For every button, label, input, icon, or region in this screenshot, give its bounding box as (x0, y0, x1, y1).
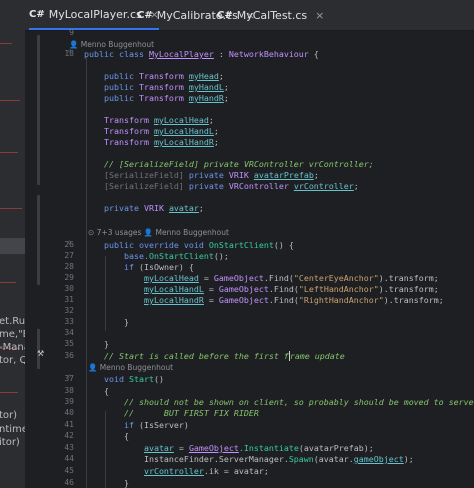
code-line: { (103, 386, 109, 396)
panel-text: me,"El (0, 329, 25, 340)
line-number: 42 (64, 431, 74, 440)
code-line: myLocalHandR = GameObject.Find("RightHan… (143, 295, 444, 305)
panel-marker (0, 282, 16, 283)
line-number: 35 (64, 339, 74, 348)
code-line: // [SerializeField] private VRController… (103, 159, 374, 169)
code-line: [SerializeField] private VRController vr… (103, 181, 359, 191)
ide-window: et.Runi me,"El -Mana tor, Q tor) ntime, … (0, 0, 474, 488)
code-line: public override void OnStartClient() { (103, 240, 294, 250)
panel-text: itor) (0, 437, 20, 448)
panel-text: -Mana (0, 342, 25, 353)
tab-mycaltest[interactable]: C# MyCalTest.cs × (217, 0, 324, 30)
tab-label: MyLocalPlayer.cs (48, 7, 142, 21)
line-number: 33 (64, 317, 74, 326)
override-gutter-icon[interactable]: ◦ (67, 372, 72, 381)
editor-tab-bar: C# MyLocalPlayer.cs × C# MyCalibrate.cs … (25, 0, 474, 31)
line-number: 40 (64, 408, 74, 417)
panel-marker (0, 43, 12, 44)
code-line: if (IsServer) (123, 420, 189, 430)
close-icon[interactable]: × (315, 9, 324, 22)
line-number: 45 (64, 466, 74, 475)
code-line: // BUT FIRST FIX RIDER (123, 408, 259, 418)
line-number: 46 (64, 478, 74, 487)
code-line: Transform myLocalHandR; (103, 137, 219, 147)
line-number: 43 (64, 443, 74, 452)
code-line: } (103, 339, 109, 349)
code-line: Transform myLocalHandL; (103, 126, 219, 136)
code-line: // should not be shown on client, so pro… (123, 397, 474, 407)
line-number: 28 (64, 262, 74, 271)
code-line: } (123, 478, 129, 488)
line-number: 32 (64, 306, 74, 315)
code-line: public Transform myHandR; (103, 93, 229, 103)
line-number: 30 (64, 284, 74, 293)
panel-selected-row[interactable] (0, 238, 25, 254)
usages-hint[interactable]: ⊙ 7+3 usages 👤 Menno Buggenhout (88, 228, 229, 237)
panel-text: et.Runi (0, 316, 26, 327)
panel-marker (0, 392, 18, 393)
code-line: avatar = GameObject.Instantiate(avatarPr… (143, 443, 374, 453)
code-line: void Start() (103, 374, 164, 384)
line-number: 9 (69, 28, 74, 37)
code-line: Transform myLocalHead; (103, 115, 214, 125)
csharp-file-icon: C# (217, 9, 233, 21)
line-number: 36 (64, 351, 74, 360)
code-line: public Transform myHandL; (103, 82, 229, 92)
side-panel: et.Runi me,"El -Mana tor, Q tor) ntime, … (0, 0, 26, 488)
csharp-file-icon: C# (29, 8, 45, 20)
line-gutter[interactable]: 9 18 ◦ 26 ◦ 27 28 29 30 31 32 33 34 35 3… (25, 28, 75, 488)
code-line: vrController.ik = avatar; (143, 466, 269, 476)
author-hint[interactable]: 👤 Menno Buggenhout (88, 363, 173, 372)
line-number: 41 (64, 420, 74, 429)
vcs-change-bar (37, 195, 40, 285)
line-number: 27 (64, 251, 74, 260)
line-number: 34 (64, 328, 74, 337)
code-line: { (123, 431, 129, 441)
code-line: // Start is called before the first fram… (103, 351, 345, 361)
code-line: [SerializeField] private VRIK avatarPref… (103, 170, 319, 180)
code-line: public class MyLocalPlayer : NetworkBeha… (84, 49, 319, 59)
code-line: InstanceFinder.ServerManager.Spawn(avata… (143, 454, 414, 464)
code-line: base.OnStartClient(); (123, 251, 229, 261)
line-number: 39 (64, 397, 74, 406)
line-number: 38 (64, 386, 74, 395)
code-line: myLocalHead = GameObject.Find("CenterEye… (143, 273, 439, 283)
author-hint[interactable]: 👤 Menno Buggenhout (69, 40, 154, 49)
panel-text: ntime, (0, 424, 25, 435)
tab-label: MyCalTest.cs (236, 8, 308, 22)
panel-marker (0, 208, 22, 209)
code-editor[interactable]: 👤 Menno Buggenhout public class MyLocalP… (69, 31, 474, 488)
code-line: } (123, 317, 129, 327)
vcs-change-bar (37, 35, 40, 185)
panel-text: tor, Q (0, 355, 26, 366)
code-line: myLocalHandL = GameObject.Find("LeftHand… (143, 284, 439, 294)
line-number: 44 (64, 454, 74, 463)
line-number: 29 (64, 273, 74, 282)
panel-marker (0, 152, 18, 153)
panel-text: tor) (0, 410, 18, 421)
code-line: private VRIK avatar; (103, 203, 204, 213)
panel-marker (0, 100, 20, 101)
code-line: if (IsOwner) { (123, 262, 194, 272)
override-gutter-icon[interactable]: ◦ (67, 238, 72, 247)
code-line: public Transform myHead; (103, 71, 224, 81)
line-number: 31 (64, 295, 74, 304)
csharp-file-icon: C# (137, 9, 153, 21)
hammer-gutter-icon[interactable]: ⚒ (37, 349, 44, 358)
